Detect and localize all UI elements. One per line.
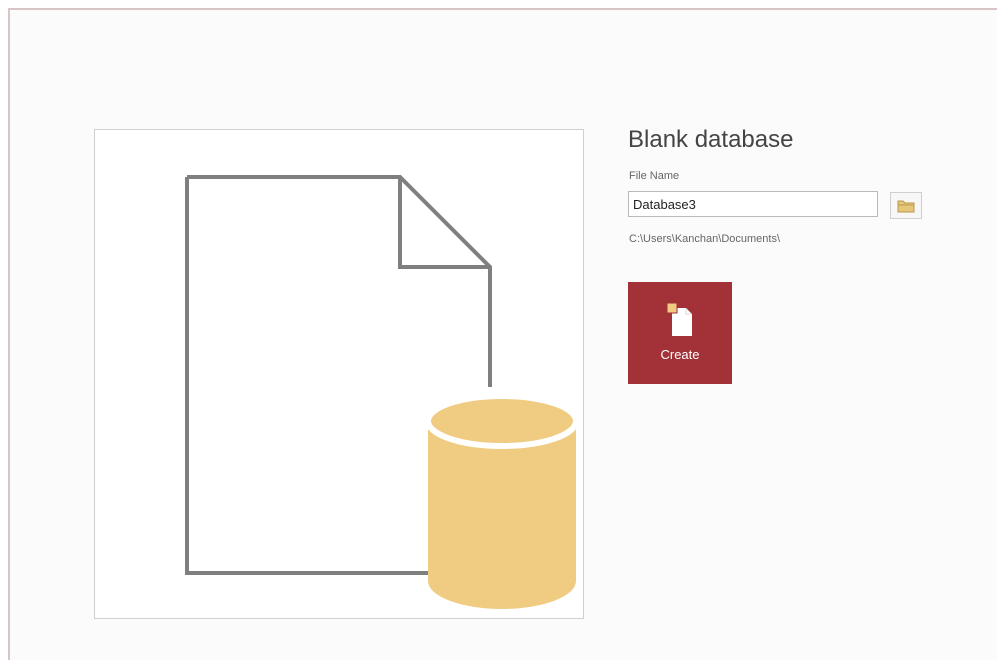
browse-folder-button[interactable] [890, 192, 922, 219]
new-database-icon [666, 302, 692, 336]
folder-icon [897, 200, 915, 212]
file-name-label: File Name [629, 170, 680, 182]
page-title: Blank database [628, 126, 794, 153]
file-name-input[interactable] [628, 191, 878, 217]
file-path-text: C:\Users\Kanchan\Documents\ [629, 233, 781, 245]
blank-database-preview [94, 129, 584, 619]
create-button[interactable]: Create [628, 282, 732, 384]
create-label: Create [660, 347, 700, 362]
blank-database-icon [185, 175, 579, 609]
